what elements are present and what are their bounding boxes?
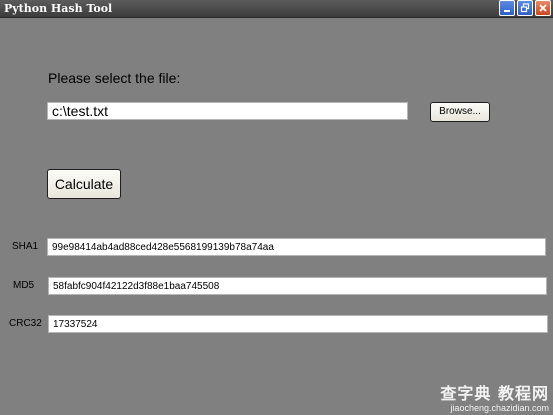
select-file-label: Please select the file:	[48, 70, 181, 86]
watermark-main-text: 查字典 教程网	[440, 384, 549, 403]
calculate-button[interactable]: Calculate	[47, 169, 121, 199]
sha1-output[interactable]	[47, 238, 546, 256]
minimize-icon	[504, 10, 510, 12]
sha1-label: SHA1	[12, 241, 39, 252]
close-button[interactable]	[535, 0, 551, 16]
client-area: Please select the file: Browse... Calcul…	[2, 18, 551, 413]
title-bar[interactable]: Python Hash Tool	[0, 0, 553, 18]
window-title: Python Hash Tool	[4, 2, 113, 15]
restore-button[interactable]	[517, 0, 533, 16]
app-window: Python Hash Tool Please select the file:…	[0, 0, 553, 415]
watermark-url-text: jiaocheng.chazidian.com	[450, 403, 549, 413]
file-path-input[interactable]	[47, 102, 408, 120]
crc32-label: CRC32	[9, 318, 42, 329]
md5-output[interactable]	[48, 277, 547, 295]
browse-button[interactable]: Browse...	[430, 102, 490, 122]
minimize-button[interactable]	[499, 0, 515, 16]
restore-icon	[520, 3, 530, 13]
close-icon	[539, 4, 547, 12]
crc32-output[interactable]	[48, 315, 548, 333]
md5-label: MD5	[13, 280, 35, 291]
site-watermark: 查字典 教程网 jiaocheng.chazidian.com	[440, 384, 549, 414]
